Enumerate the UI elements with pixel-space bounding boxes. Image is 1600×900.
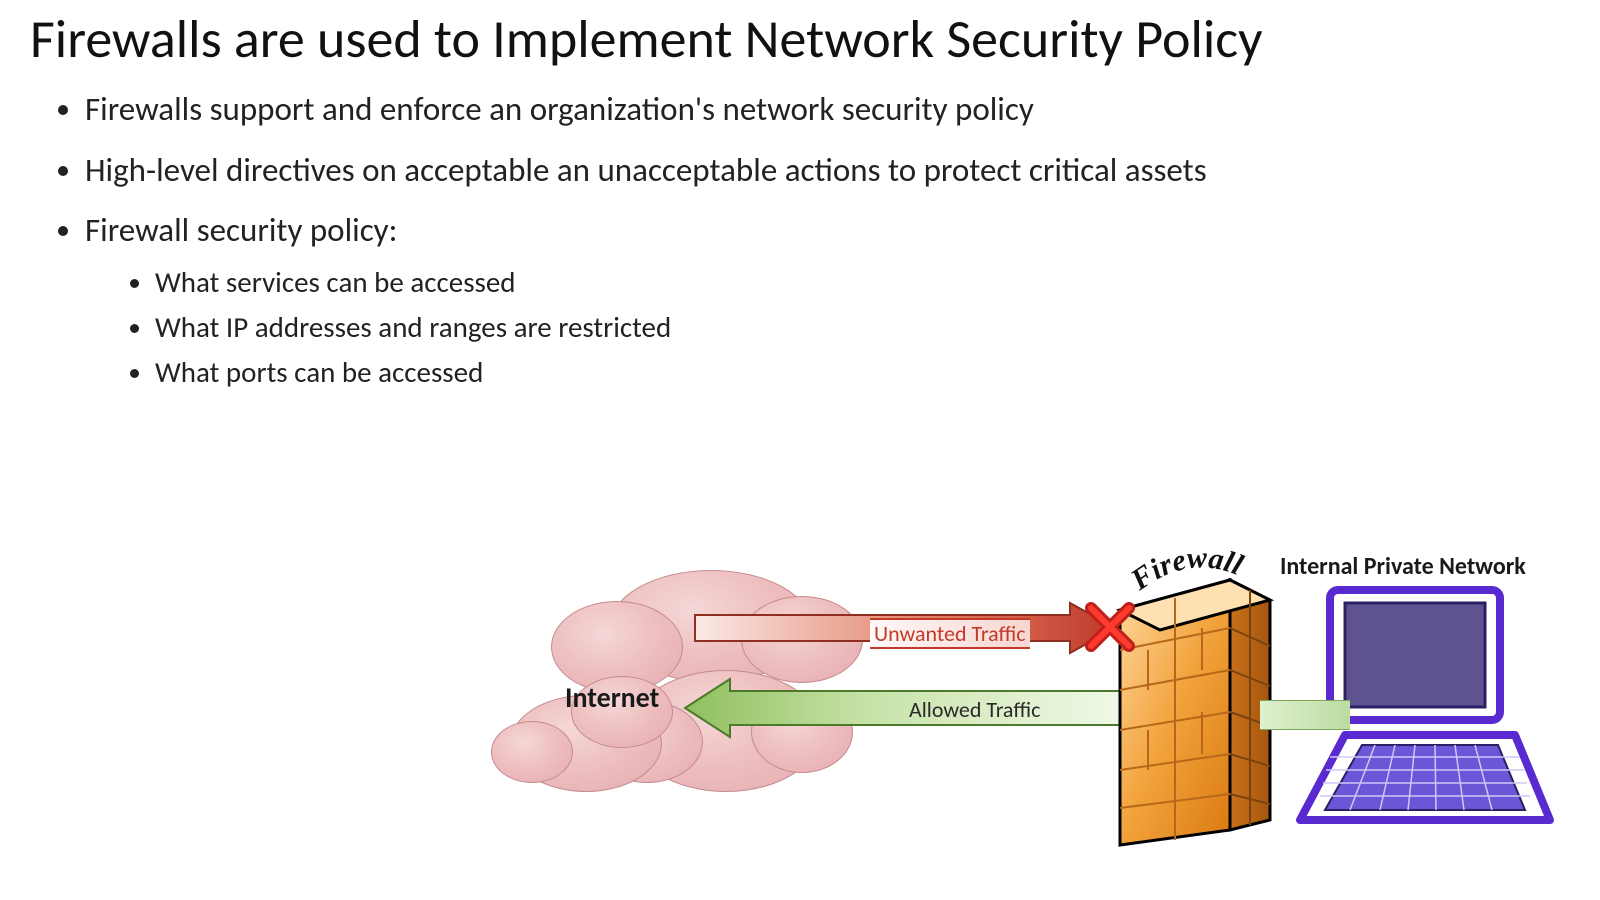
internal-network-label: Internal Private Network <box>1280 552 1526 581</box>
sub-bullet-item: What ports can be accessed <box>155 353 1570 392</box>
bullet-item: Firewalls support and enforce an organiz… <box>85 87 1570 132</box>
laptop-firewall-connector-icon <box>1260 700 1350 730</box>
internet-label: Internet <box>565 680 659 715</box>
firewall-icon: Firewall <box>1100 550 1280 850</box>
sub-bullet-item: What IP addresses and ranges are restric… <box>155 308 1570 347</box>
slide: Firewalls are used to Implement Network … <box>0 0 1600 900</box>
allowed-traffic-label: Allowed Traffic <box>905 696 1044 723</box>
bullet-list: Firewalls support and enforce an organiz… <box>85 87 1570 392</box>
unwanted-traffic-label: Unwanted Traffic <box>870 618 1030 649</box>
sub-bullet-list: What services can be accessed What IP ad… <box>155 263 1570 392</box>
bullet-item: Firewall security policy: What services … <box>85 208 1570 392</box>
blocked-x-icon <box>1085 602 1135 652</box>
firewall-diagram: Internet <box>500 540 1560 870</box>
bullet-text: Firewall security policy: <box>85 210 397 250</box>
sub-bullet-item: What services can be accessed <box>155 263 1570 302</box>
slide-title: Firewalls are used to Implement Network … <box>30 10 1570 69</box>
bullet-item: High-level directives on acceptable an u… <box>85 148 1570 193</box>
